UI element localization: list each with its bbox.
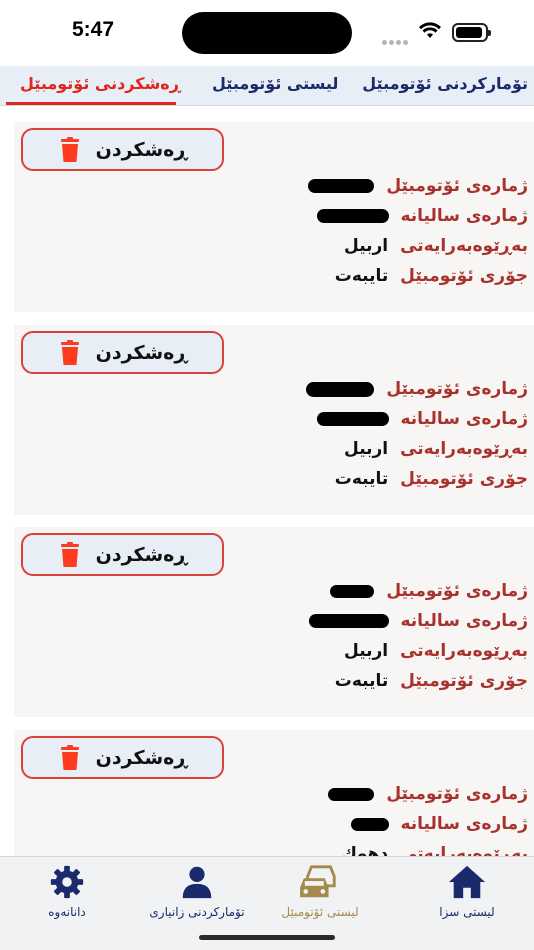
delete-button[interactable]: ڕەشکردن: [21, 331, 224, 374]
delete-button-label: ڕەشکردن: [95, 138, 188, 161]
directorate-value: اربیل: [344, 439, 389, 459]
redacted-car-number: [308, 179, 375, 193]
car-type-row: جۆری ئۆتومبێل تایبەت: [335, 469, 528, 489]
annual-number-label: ژمارەی سالیانە: [400, 814, 528, 834]
directorate-label: بەڕێوەبەرایەتی: [400, 844, 528, 856]
car-number-row: ژمارەی ئۆتومبێل: [306, 379, 528, 399]
directorate-value: اربیل: [344, 641, 389, 661]
redacted-car-number: [328, 787, 375, 801]
car-list[interactable]: ڕەشکردن ژمارەی ئۆتومبێل ژمارەی سالیانە ب…: [0, 106, 534, 856]
annual-number-label: ژمارەی سالیانە: [400, 206, 528, 226]
signal-icon: [382, 30, 410, 49]
car-number-row: ژمارەی ئۆتومبێل: [330, 581, 528, 601]
directorate-row: بەڕێوەبەرایەتی دهوك: [341, 844, 528, 856]
car-type-value: تایبەت: [334, 266, 389, 286]
nav-settings-label: دانانەوە: [48, 905, 86, 919]
directorate-value: اربیل: [344, 236, 389, 256]
redacted-annual-number: [316, 209, 389, 223]
redacted-annual-number: [308, 614, 389, 628]
trash-icon: [60, 744, 79, 770]
wifi-icon: [419, 22, 441, 38]
annual-number-label: ژمارەی سالیانە: [400, 409, 528, 429]
car-type-value: تایبەت: [334, 671, 389, 691]
trash-icon: [60, 541, 79, 567]
tab-register-car[interactable]: تۆمارکردنی ئۆتومبێل: [362, 74, 528, 93]
directorate-row: بەڕێوەبەرایەتی اربیل: [344, 439, 528, 459]
directorate-label: بەڕێوەبەرایەتی: [400, 439, 528, 459]
delete-button[interactable]: ڕەشکردن: [21, 128, 224, 171]
tab-car-list[interactable]: لیستی ئۆتومبێل: [212, 74, 338, 93]
car-type-label: جۆری ئۆتومبێل: [400, 469, 528, 489]
delete-button-label: ڕەشکردن: [95, 746, 188, 769]
directorate-label: بەڕێوەبەرایەتی: [400, 236, 528, 256]
car-number-row: ژمارەی ئۆتومبێل: [308, 176, 528, 196]
redacted-car-number: [330, 584, 375, 598]
redacted-car-number: [306, 381, 375, 397]
delete-button-label: ڕەشکردن: [95, 543, 188, 566]
nav-car-list-label: لیستی ئۆتومبێل: [281, 905, 359, 919]
car-number-label: ژمارەی ئۆتومبێل: [386, 379, 528, 399]
status-time: 5:47: [72, 18, 115, 41]
car-card: ڕەشکردن ژمارەی ئۆتومبێل ژمارەی سالیانە ب…: [14, 527, 534, 717]
gear-icon: [50, 865, 84, 899]
user-icon: [182, 866, 212, 899]
directorate-row: بەڕێوەبەرایەتی اربیل: [344, 236, 528, 256]
nav-register-info[interactable]: تۆمارکردنی زانیاری: [132, 863, 262, 919]
directorate-row: بەڕێوەبەرایەتی اربیل: [344, 641, 528, 661]
tab-delete-car[interactable]: ڕەشکردنی ئۆتومبێل: [20, 74, 181, 93]
car-type-row: جۆری ئۆتومبێل تایبەت: [335, 671, 528, 691]
nav-register-info-label: تۆمارکردنی زانیاری: [149, 905, 245, 919]
nav-settings[interactable]: دانانەوە: [2, 863, 132, 919]
delete-button[interactable]: ڕەشکردن: [21, 736, 224, 779]
home-indicator: [199, 935, 335, 940]
annual-number-row: ژمارەی سالیانە: [308, 611, 528, 631]
trash-icon: [60, 339, 79, 365]
status-bar: 5:47: [0, 0, 534, 66]
home-icon: [448, 865, 486, 899]
delete-button-label: ڕەشکردن: [95, 341, 188, 364]
annual-number-row: ژمارەی سالیانە: [316, 206, 528, 226]
car-number-label: ژمارەی ئۆتومبێل: [386, 581, 528, 601]
annual-number-label: ژمارەی سالیانە: [400, 611, 528, 631]
top-tab-bar: تۆمارکردنی ئۆتومبێل لیستی ئۆتومبێل ڕەشکر…: [0, 66, 534, 106]
annual-number-row: ژمارەی سالیانە: [350, 814, 528, 834]
car-card: ڕەشکردن ژمارەی ئۆتومبێل ژمارەی سالیانە ب…: [14, 325, 534, 515]
car-type-row: جۆری ئۆتومبێل تایبەت: [335, 266, 528, 286]
active-tab-indicator: [6, 102, 176, 105]
car-number-label: ژمارەی ئۆتومبێل: [386, 176, 528, 196]
delete-button[interactable]: ڕەشکردن: [21, 533, 224, 576]
nav-fines-list-label: لیستی سزا: [439, 905, 495, 919]
dynamic-island: [182, 12, 352, 54]
car-card: ڕەشکردن ژمارەی ئۆتومبێل ژمارەی سالیانە ب…: [14, 730, 534, 856]
car-type-label: جۆری ئۆتومبێل: [400, 671, 528, 691]
car-number-label: ژمارەی ئۆتومبێل: [386, 784, 528, 804]
redacted-annual-number: [350, 817, 389, 831]
battery-icon: [452, 23, 491, 42]
cars-icon: [300, 865, 336, 898]
nav-fines-list[interactable]: لیستی سزا: [402, 863, 532, 919]
car-type-value: تایبەت: [334, 469, 389, 489]
car-card: ڕەشکردن ژمارەی ئۆتومبێل ژمارەی سالیانە ب…: [14, 122, 534, 312]
annual-number-row: ژمارەی سالیانە: [316, 409, 528, 429]
directorate-label: بەڕێوەبەرایەتی: [400, 641, 528, 661]
redacted-annual-number: [316, 412, 389, 426]
car-type-label: جۆری ئۆتومبێل: [400, 266, 528, 286]
trash-icon: [60, 136, 79, 162]
nav-car-list[interactable]: لیستی ئۆتومبێل: [255, 863, 385, 919]
car-number-row: ژمارەی ئۆتومبێل: [328, 784, 528, 804]
directorate-value: دهوك: [341, 844, 389, 856]
